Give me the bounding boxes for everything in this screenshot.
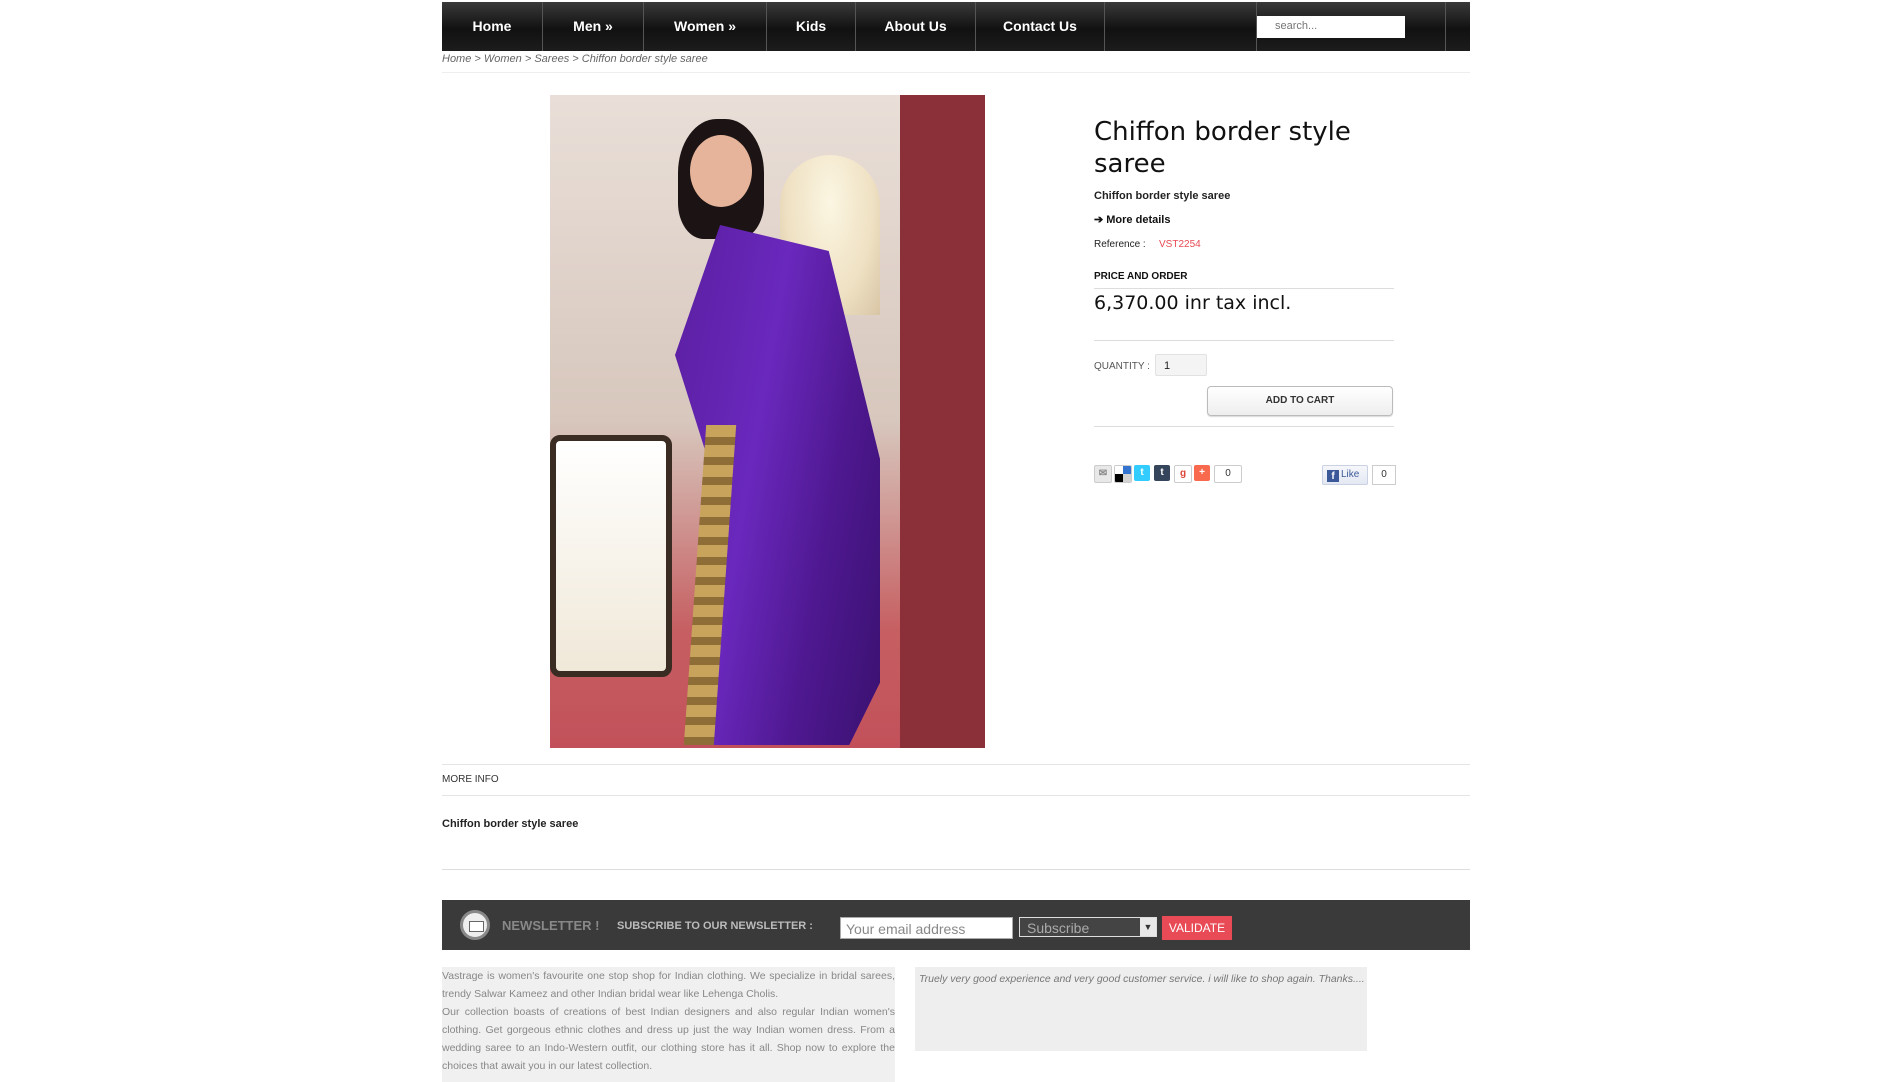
breadcrumb-separator: > <box>471 53 484 65</box>
divider <box>442 869 1470 870</box>
top-navigation: Home Men » Women » Kids About Us Contact… <box>442 2 1470 51</box>
breadcrumb-link-sarees[interactable]: Sarees <box>534 53 569 65</box>
product-price: 6,370.00 inr tax incl. <box>1094 292 1292 314</box>
breadcrumb-link-home[interactable]: Home <box>442 53 471 65</box>
nav-divider <box>1445 2 1446 51</box>
nav-item-contact-us[interactable]: Contact Us <box>976 2 1105 51</box>
twitter-icon[interactable]: t <box>1134 465 1150 481</box>
testimonial-block: Truely very good experience and very goo… <box>915 967 1367 1051</box>
nav-item-kids[interactable]: Kids <box>767 2 856 51</box>
search-box <box>1257 16 1405 38</box>
newsletter-title: NEWSLETTER ! <box>502 918 600 933</box>
reference-label: Reference : <box>1094 239 1146 250</box>
product-image-model-face <box>690 135 752 207</box>
nav-item-about-us[interactable]: About Us <box>856 2 976 51</box>
newsletter-bar: NEWSLETTER ! SUBSCRIBE TO OUR NEWSLETTER… <box>442 900 1470 950</box>
reference-value: VST2254 <box>1159 239 1201 250</box>
quantity-input[interactable]: 1 <box>1155 354 1207 376</box>
mail-envelope-icon <box>460 910 490 940</box>
more-details-link[interactable]: ➔ More details <box>1094 213 1170 226</box>
breadcrumb-current: Chiffon border style saree <box>581 53 708 65</box>
newsletter-subtitle: SUBSCRIBE TO OUR NEWSLETTER : <box>617 920 813 932</box>
tumblr-icon[interactable]: t <box>1154 465 1170 481</box>
facebook-icon: f <box>1327 470 1339 482</box>
nav-item-women[interactable]: Women » <box>644 2 767 51</box>
add-to-cart-button[interactable]: ADD TO CART <box>1207 386 1393 416</box>
breadcrumb-link-women[interactable]: Women <box>484 53 522 65</box>
divider <box>442 764 1470 765</box>
product-image[interactable] <box>550 95 985 748</box>
product-short-description: Chiffon border style saree <box>1094 190 1231 202</box>
newsletter-action-select[interactable]: Subscribe ▼ <box>1019 917 1157 937</box>
newsletter-select-value: Subscribe <box>1027 920 1090 936</box>
divider <box>1094 426 1394 427</box>
breadcrumb-separator: > <box>521 53 535 65</box>
newsletter-validate-button[interactable]: VALIDATE <box>1162 916 1232 940</box>
share-count: 0 <box>1214 465 1242 483</box>
breadcrumb: Home > Women > Sarees > Chiffon border s… <box>442 53 708 65</box>
chevron-down-icon[interactable]: ▼ <box>1140 918 1156 936</box>
newsletter-email-input[interactable]: Your email address <box>840 917 1013 939</box>
google-icon[interactable]: g <box>1174 465 1192 483</box>
more-info-description: Chiffon border style saree <box>442 818 579 830</box>
testimonial-text: Truely very good experience and very goo… <box>919 973 1365 985</box>
quantity-label: QUANTITY : <box>1094 361 1150 372</box>
about-text-block: Vastrage is women's favourite one stop s… <box>442 967 895 1082</box>
add-plus-icon[interactable]: + <box>1194 465 1210 481</box>
breadcrumb-separator: > <box>569 53 582 65</box>
product-title: Chiffon border style saree <box>1094 117 1351 179</box>
divider <box>1094 340 1394 341</box>
email-icon[interactable]: ✉ <box>1094 465 1112 483</box>
delicious-icon[interactable] <box>1114 465 1132 483</box>
divider <box>442 795 1470 796</box>
about-paragraph-1: Vastrage is women's favourite one stop s… <box>442 970 895 1000</box>
nav-item-home[interactable]: Home <box>442 2 543 51</box>
facebook-like-count: 0 <box>1372 465 1396 485</box>
divider <box>442 72 1470 73</box>
more-info-tab[interactable]: MORE INFO <box>442 774 499 785</box>
about-paragraph-2: Our collection boasts of creations of be… <box>442 1006 895 1072</box>
nav-item-men[interactable]: Men » <box>543 2 644 51</box>
facebook-like-label: Like <box>1341 469 1360 480</box>
price-heading: PRICE AND ORDER <box>1094 271 1394 289</box>
search-input[interactable] <box>1257 16 1405 36</box>
page-container: Home Men » Women » Kids About Us Contact… <box>442 0 1470 1082</box>
facebook-like-button[interactable]: f Like <box>1322 465 1368 485</box>
product-image-chair <box>550 435 672 677</box>
